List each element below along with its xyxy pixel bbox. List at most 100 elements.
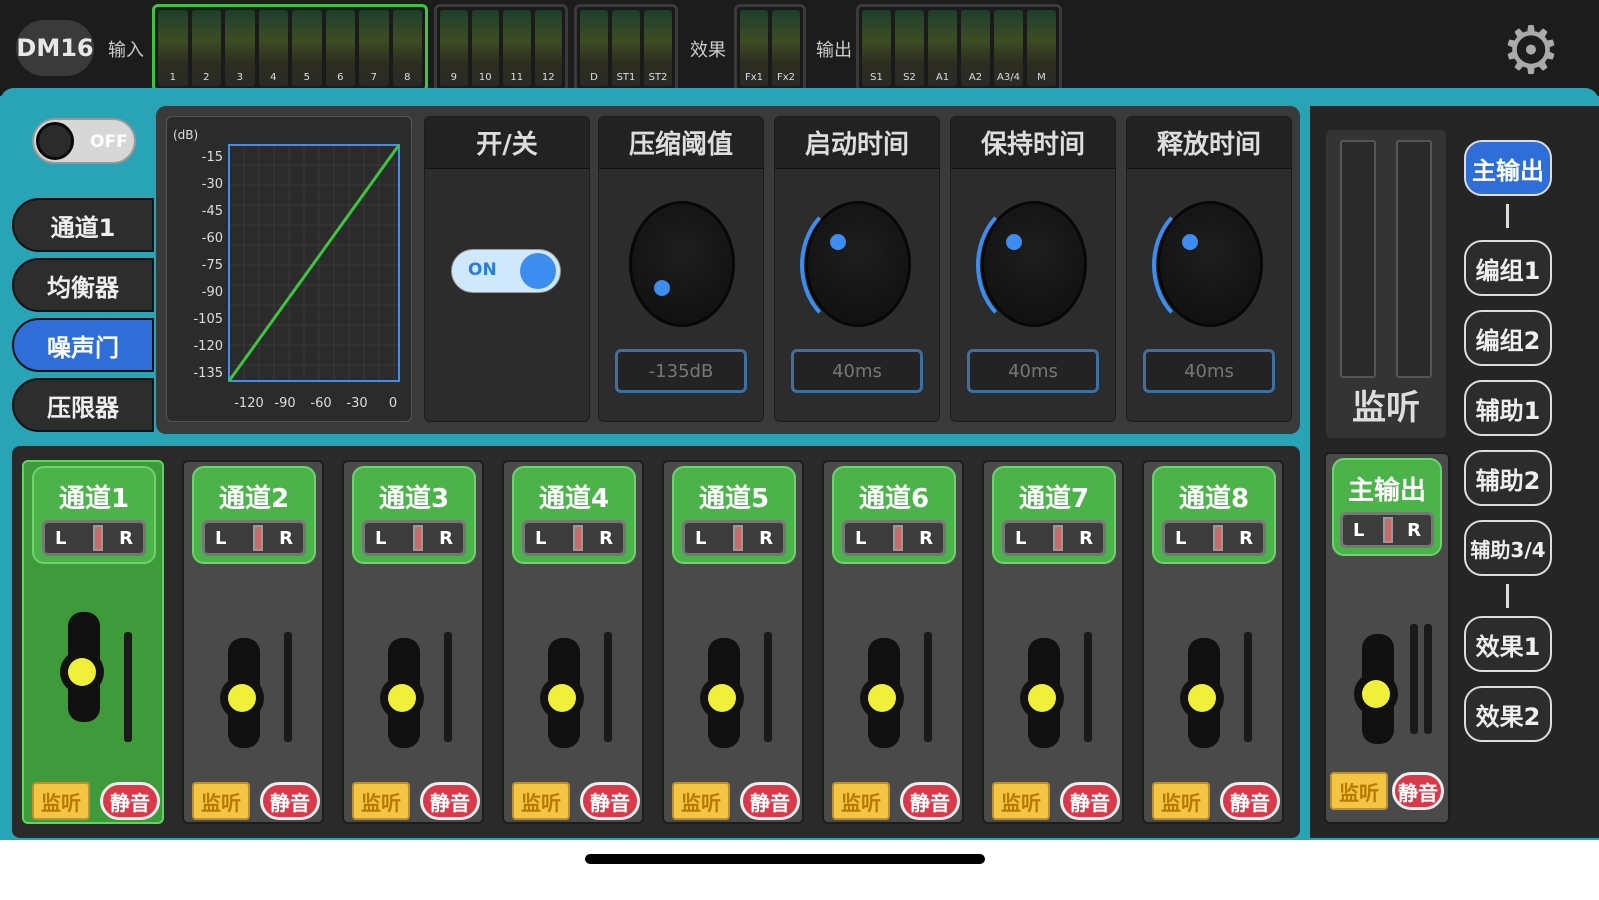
bus-button-group2[interactable]: 编组2 (1464, 310, 1552, 366)
main-fader[interactable] (1336, 634, 1416, 746)
level-meter: 1 (158, 10, 188, 86)
gear-icon[interactable]: ⚙ (1495, 15, 1567, 87)
bus-button-aux1[interactable]: 辅助1 (1464, 380, 1552, 436)
channel-fader[interactable] (1002, 638, 1082, 750)
meter-group-inputs-9-12[interactable]: 9 10 11 12 (434, 4, 568, 92)
pan-control[interactable]: LR (362, 520, 466, 556)
fader-led (548, 684, 576, 712)
monitor-button[interactable]: 监听 (512, 782, 570, 820)
bus-button-main[interactable]: 主输出 (1464, 140, 1552, 196)
x-tick-label: -30 (346, 396, 367, 411)
mute-button[interactable]: 静音 (100, 782, 160, 820)
meter-label: 3 (236, 72, 243, 83)
switch-column: 开/关 ON (424, 116, 590, 422)
meter-group-inputs-1-8[interactable]: 1 2 3 4 5 6 7 8 (152, 4, 428, 92)
pan-right-label: R (119, 528, 133, 549)
pan-control[interactable]: LR (682, 520, 786, 556)
sidebar-item-gate[interactable]: 噪声门 (12, 318, 154, 372)
pan-control[interactable]: LR (842, 520, 946, 556)
graph-unit-label: (dB) (173, 128, 198, 142)
bus-button-group1[interactable]: 编组1 (1464, 240, 1552, 296)
bus-button-aux2[interactable]: 辅助2 (1464, 450, 1552, 506)
release-knob[interactable] (1152, 198, 1263, 332)
threshold-knob[interactable] (629, 201, 735, 327)
bus-button-fx1[interactable]: 效果1 (1464, 616, 1552, 672)
channel-fader[interactable] (202, 638, 282, 750)
hold-knob[interactable] (976, 198, 1087, 332)
channel-name-button[interactable]: 通道3 L R (352, 466, 476, 564)
mute-button[interactable]: 静音 (580, 782, 640, 820)
mute-button[interactable]: 静音 (900, 782, 960, 820)
monitor-button[interactable]: 监听 (192, 782, 250, 820)
meter-group-effects[interactable]: Fx1 Fx2 (734, 4, 806, 92)
fader-led (868, 684, 896, 712)
monitor-button[interactable]: 监听 (32, 782, 90, 820)
level-meter: Fx2 (772, 10, 800, 86)
y-tick-label: -135 (193, 366, 223, 381)
monitor-button[interactable]: 监听 (1152, 782, 1210, 820)
mute-button[interactable]: 静音 (1060, 782, 1120, 820)
gate-on-toggle[interactable]: ON (451, 249, 561, 293)
channel-name-button[interactable]: 通道8 L R (1152, 466, 1276, 564)
pan-control[interactable]: LR (1002, 520, 1106, 556)
channel-fader[interactable] (1162, 638, 1242, 750)
pan-control[interactable]: LR (522, 520, 626, 556)
bus-separator (1506, 584, 1509, 608)
sidebar-item-eq[interactable]: 均衡器 (12, 258, 154, 312)
monitor-button[interactable]: 监听 (352, 782, 410, 820)
bus-button-fx2[interactable]: 效果2 (1464, 686, 1552, 742)
fader-led (68, 658, 96, 686)
hold-value[interactable]: 40ms (967, 349, 1099, 393)
monitor-button[interactable]: 监听 (672, 782, 730, 820)
level-meter: A2 (961, 10, 990, 86)
mute-button[interactable]: 静音 (420, 782, 480, 820)
level-meter: 11 (503, 10, 531, 86)
channel-fader[interactable] (362, 638, 442, 750)
main-strip-header[interactable]: 主输出 L R (1332, 458, 1442, 556)
fader-led (388, 684, 416, 712)
channel-name-button[interactable]: 通道6 L R (832, 466, 956, 564)
mute-button[interactable]: 静音 (260, 782, 320, 820)
meter-group-digital[interactable]: D ST1 ST2 (574, 4, 678, 92)
channel-name-button[interactable]: 通道2 L R (192, 466, 316, 564)
attack-value[interactable]: 40ms (791, 349, 923, 393)
x-tick-label: -90 (274, 396, 295, 411)
mute-button[interactable]: 静音 (1220, 782, 1280, 820)
channel-strip: 通道5 L R 监听 静音 (662, 460, 804, 824)
home-indicator[interactable] (585, 854, 985, 864)
channel-fader[interactable] (842, 638, 922, 750)
knob-arc (1152, 198, 1268, 332)
channel-strip: 通道6 L R 监听 静音 (822, 460, 964, 824)
sidebar-item-channel[interactable]: 通道1 (12, 198, 154, 252)
main-mute-button[interactable]: 静音 (1392, 772, 1444, 810)
mute-button[interactable]: 静音 (740, 782, 800, 820)
meter-label: M (1037, 72, 1046, 83)
pan-control[interactable]: LR (42, 520, 146, 556)
monitor-button[interactable]: 监听 (992, 782, 1050, 820)
sidebar-item-compressor[interactable]: 压限器 (12, 378, 154, 432)
pan-left-label: L (1353, 520, 1365, 541)
threshold-value[interactable]: -135dB (615, 349, 747, 393)
monitor-meter-left (1340, 140, 1376, 378)
channel-name-button[interactable]: 通道7 L R (992, 466, 1116, 564)
pan-right-label: R (439, 528, 453, 549)
attack-knob[interactable] (800, 198, 911, 332)
monitor-button[interactable]: 监听 (832, 782, 890, 820)
bus-button-aux34[interactable]: 辅助3/4 (1464, 520, 1552, 576)
channel-name-button[interactable]: 通道4 L R (512, 466, 636, 564)
meter-label: Fx2 (776, 72, 796, 83)
channel-fader[interactable] (42, 612, 122, 724)
module-power-toggle[interactable]: OFF (32, 118, 136, 164)
channel-fader[interactable] (522, 638, 602, 750)
channel-name-button[interactable]: 通道1 L R (32, 466, 156, 564)
pan-left-label: L (1175, 528, 1187, 549)
channel-name-button[interactable]: 通道5 L R (672, 466, 796, 564)
pan-control[interactable]: LR (202, 520, 306, 556)
release-value[interactable]: 40ms (1143, 349, 1275, 393)
pan-control[interactable]: LR (1162, 520, 1266, 556)
meter-label: S1 (870, 72, 883, 83)
meter-group-outputs[interactable]: S1 S2 A1 A2 A3/4 M (856, 4, 1062, 92)
main-monitor-button[interactable]: 监听 (1330, 772, 1388, 810)
channel-fader[interactable] (682, 638, 762, 750)
main-pan-control[interactable]: L R (1340, 512, 1434, 548)
